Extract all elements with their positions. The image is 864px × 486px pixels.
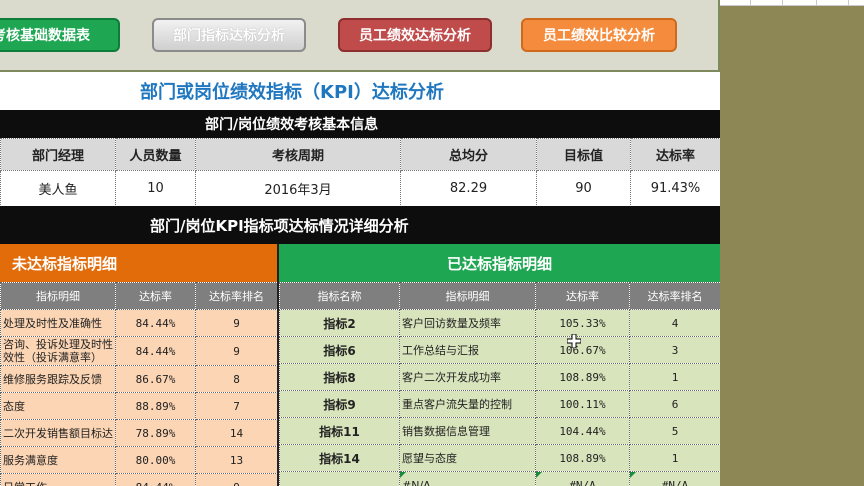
met-heading: 已达标指标明细 (279, 244, 720, 282)
cell-rate[interactable]: 104.44% (535, 417, 630, 445)
cell-rate[interactable]: #N/A (535, 471, 630, 486)
cell-rank[interactable]: 8 (195, 365, 278, 393)
cell-detail[interactable]: 客户二次开发成功率 (399, 363, 536, 391)
crosshair-cursor-icon (567, 334, 581, 348)
value-period[interactable]: 2016年3月 (195, 170, 401, 207)
cell-kpi[interactable]: 指标2 (279, 309, 400, 337)
cell-rank[interactable]: 9 (195, 473, 278, 486)
page-title: 部门或岗位绩效指标（KPI）达标分析 (0, 72, 720, 110)
cell-detail[interactable]: 客户回访数量及频率 (399, 309, 536, 337)
cell-kpi[interactable]: 指标9 (279, 390, 400, 418)
cell-kpi[interactable]: 指标8 (279, 363, 400, 391)
cell-rank[interactable]: #N/A (629, 471, 720, 486)
table-row: 指标14 愿望与态度 108.89% 1 (279, 444, 720, 472)
cell-rate[interactable]: 84.44% (115, 336, 196, 366)
col-rank[interactable]: 达标率排名 (195, 282, 278, 310)
cell-rank[interactable]: 6 (629, 390, 720, 418)
navigation-bar: 考核基础数据表 部门指标达标分析 员工绩效达标分析 员工绩效比较分析 (0, 0, 720, 72)
cell-rate[interactable]: 78.89% (115, 419, 196, 447)
cell-rank[interactable]: 9 (195, 309, 278, 337)
sheet-column-strip (720, 0, 864, 6)
table-row: 处理及时性及准确性 84.44% 9 (0, 309, 278, 337)
value-headcount[interactable]: 10 (115, 170, 196, 207)
cell-rate[interactable]: 100.11% (535, 390, 630, 418)
section-divider (277, 244, 279, 486)
cell-detail[interactable]: 咨询、投诉处理及时性效性（投诉满意率） (0, 336, 116, 366)
cell-kpi[interactable] (279, 471, 400, 486)
cell-detail[interactable]: 工作总结与汇报 (399, 336, 536, 364)
cell-detail[interactable]: 重点客户流失量的控制 (399, 390, 536, 418)
cell-kpi[interactable]: 指标14 (279, 444, 400, 472)
cell-detail[interactable]: #N/A (399, 471, 536, 486)
cell-detail[interactable]: 维修服务跟踪及反馈 (0, 365, 116, 393)
table-row: 指标8 客户二次开发成功率 108.89% 1 (279, 363, 720, 391)
cell-detail[interactable]: 服务满意度 (0, 446, 116, 474)
detail-analysis-heading: 部门/岗位KPI指标项达标情况详细分析 (0, 206, 720, 244)
cell-detail[interactable]: 销售数据信息管理 (399, 417, 536, 445)
cell-rate[interactable]: 80.00% (115, 446, 196, 474)
cell-detail[interactable]: 日常工作 (0, 473, 116, 486)
value-avg-score[interactable]: 82.29 (400, 170, 537, 207)
col-detail[interactable]: 指标明细 (0, 282, 116, 310)
table-row: 指标9 重点客户流失量的控制 100.11% 6 (279, 390, 720, 418)
header-period[interactable]: 考核周期 (195, 138, 401, 171)
not-met-heading: 未达标指标明细 (0, 244, 277, 282)
col-kpi-name[interactable]: 指标名称 (279, 282, 400, 310)
cell-rate[interactable]: 108.89% (535, 363, 630, 391)
header-manager[interactable]: 部门经理 (0, 138, 116, 171)
header-target[interactable]: 目标值 (536, 138, 631, 171)
cell-rank[interactable]: 13 (195, 446, 278, 474)
table-row: 指标2 客户回访数量及频率 105.33% 4 (279, 309, 720, 337)
table-row: 态度 88.89% 7 (0, 392, 278, 420)
table-row: 二次开发销售额目标达 78.89% 14 (0, 419, 278, 447)
spreadsheet: 考核基础数据表 部门指标达标分析 员工绩效达标分析 员工绩效比较分析 部门或岗位… (0, 0, 720, 486)
cell-rate[interactable]: 86.67% (115, 365, 196, 393)
cell-rate[interactable]: 105.33% (535, 309, 630, 337)
cell-rate[interactable]: 84.44% (115, 473, 196, 486)
value-rate[interactable]: 91.43% (630, 170, 720, 207)
met-table: 指标名称 指标明细 达标率 达标率排名 指标2 客户回访数量及频率 105.33… (279, 282, 720, 486)
cell-rank[interactable]: 4 (629, 309, 720, 337)
cell-rank[interactable]: 5 (629, 417, 720, 445)
cell-detail[interactable]: 愿望与态度 (399, 444, 536, 472)
table-row: #N/A #N/A #N/A (279, 471, 720, 486)
cell-rate[interactable]: 84.44% (115, 309, 196, 337)
col-rate[interactable]: 达标率 (115, 282, 196, 310)
not-met-table: 指标明细 达标率 达标率排名 处理及时性及准确性 84.44% 9 咨询、投诉处… (0, 282, 278, 486)
cell-rank[interactable]: 14 (195, 419, 278, 447)
header-avg-score[interactable]: 总均分 (400, 138, 537, 171)
cell-rank[interactable]: 7 (195, 392, 278, 420)
cell-kpi[interactable]: 指标6 (279, 336, 400, 364)
header-rate[interactable]: 达标率 (630, 138, 720, 171)
cell-kpi[interactable]: 指标11 (279, 417, 400, 445)
basic-data-table-button[interactable]: 考核基础数据表 (0, 18, 120, 52)
dept-kpi-analysis-button[interactable]: 部门指标达标分析 (152, 18, 306, 52)
col-rate[interactable]: 达标率 (535, 282, 630, 310)
cell-rate[interactable]: 88.89% (115, 392, 196, 420)
table-row: 日常工作 84.44% 9 (0, 473, 278, 486)
cell-rate[interactable]: 106.67% (535, 336, 630, 364)
table-row: 服务满意度 80.00% 13 (0, 446, 278, 474)
cell-rank[interactable]: 1 (629, 444, 720, 472)
employee-kpi-analysis-button[interactable]: 员工绩效达标分析 (338, 18, 492, 52)
basic-info-table: 部门经理 人员数量 考核周期 总均分 目标值 达标率 美人鱼 10 2016年3… (0, 138, 720, 207)
table-row: 咨询、投诉处理及时性效性（投诉满意率） 84.44% 9 (0, 336, 278, 366)
value-target[interactable]: 90 (536, 170, 631, 207)
cell-detail[interactable]: 态度 (0, 392, 116, 420)
basic-info-heading: 部门/岗位绩效考核基本信息 (0, 110, 720, 138)
table-row: 维修服务跟踪及反馈 86.67% 8 (0, 365, 278, 393)
cell-detail[interactable]: 二次开发销售额目标达 (0, 419, 116, 447)
cell-rank[interactable]: 3 (629, 336, 720, 364)
table-row: 指标6 工作总结与汇报 106.67% 3 (279, 336, 720, 364)
cell-rank[interactable]: 9 (195, 336, 278, 366)
cell-rank[interactable]: 1 (629, 363, 720, 391)
header-headcount[interactable]: 人员数量 (115, 138, 196, 171)
employee-compare-button[interactable]: 员工绩效比较分析 (521, 18, 677, 52)
cell-rate[interactable]: 108.89% (535, 444, 630, 472)
col-kpi-detail[interactable]: 指标明细 (399, 282, 536, 310)
col-rank[interactable]: 达标率排名 (629, 282, 720, 310)
table-row: 指标11 销售数据信息管理 104.44% 5 (279, 417, 720, 445)
cell-detail[interactable]: 处理及时性及准确性 (0, 309, 116, 337)
value-manager[interactable]: 美人鱼 (0, 170, 116, 207)
